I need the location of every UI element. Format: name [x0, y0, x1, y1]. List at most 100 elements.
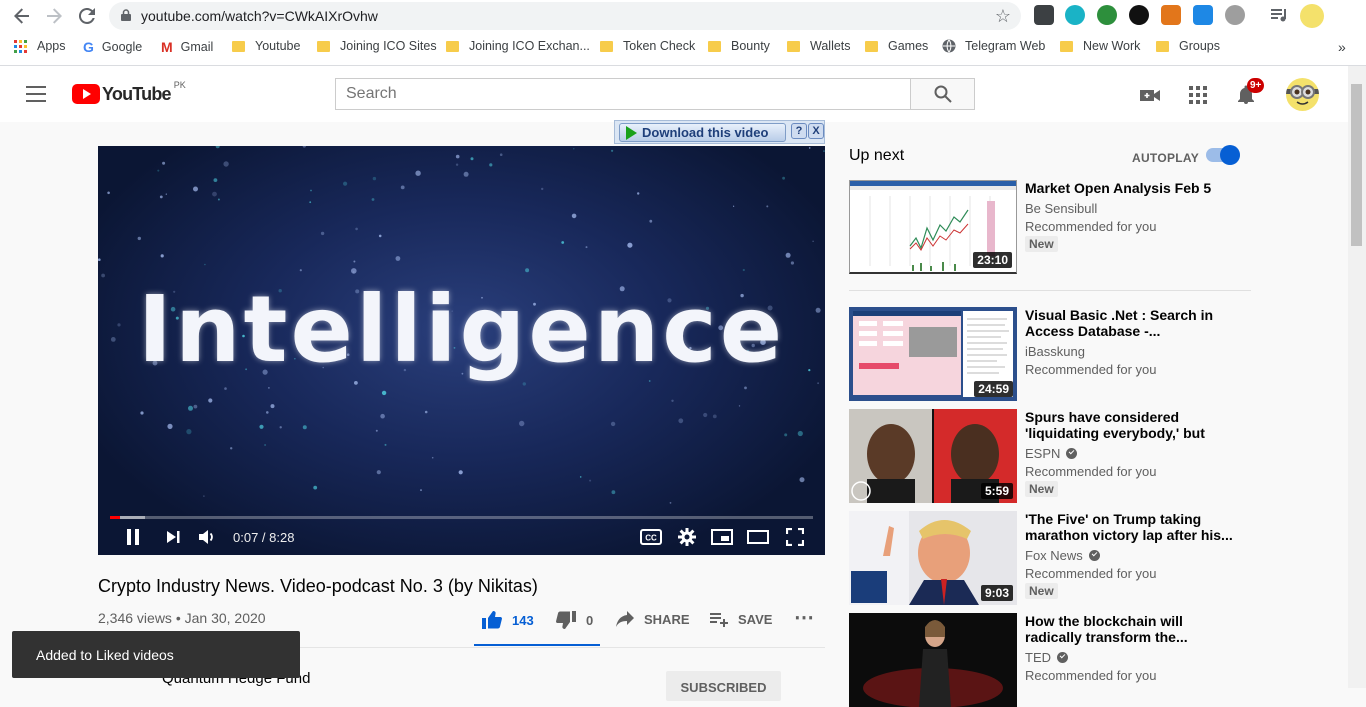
recommended-title[interactable]: 'The Five' on Trump taking marathon vict… — [1025, 511, 1240, 543]
recommended-video[interactable]: 23:10 Market Open Analysis Feb 5 Be Sens… — [849, 180, 1249, 274]
bookmark-label: Google — [101, 40, 143, 54]
bookmark-telegram-web[interactable]: Telegram Web — [942, 39, 1045, 53]
particle-dot — [351, 268, 357, 274]
video-thumbnail[interactable]: 24:59 — [849, 307, 1017, 401]
bookmarks-overflow-button[interactable]: » — [1338, 39, 1346, 55]
more-actions-icon[interactable]: ⋯ — [794, 605, 814, 630]
video-thumbnail[interactable] — [849, 613, 1017, 707]
download-help-button[interactable]: ? — [791, 123, 807, 139]
address-bar[interactable]: youtube.com/watch?v=CWkAIXrOvhw ☆ — [109, 2, 1021, 30]
video-player[interactable]: Intelligence 0:07 / 8:28 CC — [98, 146, 825, 555]
captions-icon[interactable]: CC — [638, 526, 664, 548]
recommended-title[interactable]: Spurs have considered 'liquidating every… — [1025, 409, 1240, 441]
bookmark-bounty[interactable]: Bounty — [708, 39, 770, 53]
autoplay-toggle[interactable] — [1206, 145, 1240, 165]
reload-icon[interactable] — [75, 4, 99, 28]
recommended-channel[interactable]: TED — [1025, 650, 1068, 665]
fullscreen-icon[interactable] — [784, 526, 806, 548]
youtube-logo[interactable]: YouTube PK — [72, 80, 186, 105]
miniplayer-icon[interactable] — [710, 526, 734, 548]
theater-mode-icon[interactable] — [746, 526, 770, 548]
particle-dot — [186, 429, 192, 435]
divider — [849, 290, 1251, 291]
globe-extension-icon[interactable] — [1097, 5, 1117, 25]
particle-dot — [165, 193, 167, 195]
video-progress-bar[interactable] — [110, 516, 813, 519]
bookmark-games[interactable]: Games — [865, 39, 928, 53]
subscribed-button[interactable]: SUBSCRIBED — [666, 671, 781, 701]
pause-icon[interactable] — [122, 526, 144, 548]
hamburger-menu-icon[interactable] — [26, 86, 46, 102]
gray-extension-icon[interactable] — [1225, 5, 1245, 25]
bookmark-joining-ico-sites[interactable]: Joining ICO Sites — [317, 39, 437, 53]
video-thumbnail[interactable]: 23:10 — [849, 180, 1017, 274]
like-button[interactable]: 143 — [482, 611, 534, 629]
bookmark-gmail[interactable]: M Gmail — [161, 39, 213, 55]
search-button[interactable] — [910, 78, 975, 110]
volume-icon[interactable] — [196, 526, 218, 548]
media-queue-icon[interactable] — [1269, 5, 1289, 25]
liked-toast: Added to Liked videos — [12, 631, 300, 678]
recommended-channel[interactable]: Fox News — [1025, 548, 1100, 563]
recommended-channel[interactable]: ESPN — [1025, 446, 1078, 461]
bookmark-new-work[interactable]: New Work — [1060, 39, 1140, 53]
profile-avatar-icon[interactable] — [1300, 4, 1324, 28]
bookmark-youtube[interactable]: Youtube — [232, 39, 300, 53]
settings-gear-icon[interactable] — [676, 526, 698, 548]
recommended-video[interactable]: 5:59 Spurs have considered 'liquidating … — [849, 409, 1249, 503]
bookmark-groups[interactable]: Groups — [1156, 39, 1220, 53]
minion-avatar-icon — [1286, 85, 1319, 105]
qr-extension-icon[interactable] — [1034, 5, 1054, 25]
bookmark-token-check[interactable]: Token Check — [600, 39, 695, 53]
save-button[interactable]: SAVE — [710, 611, 772, 627]
recommended-video[interactable]: 24:59 Visual Basic .Net : Search in Acce… — [849, 307, 1249, 401]
scrollbar-thumb[interactable] — [1351, 84, 1362, 246]
apps-grid-icon[interactable] — [1187, 84, 1209, 106]
search-input[interactable] — [336, 79, 910, 109]
particle-dot — [268, 387, 270, 389]
particle-dot — [107, 191, 110, 195]
particle-dot — [309, 201, 312, 204]
forward-arrow-icon[interactable] — [42, 4, 66, 28]
bookmark-apps[interactable]: Apps — [14, 39, 66, 53]
like-ratio-bar — [474, 644, 600, 646]
particle-dot — [213, 178, 218, 182]
video-thumbnail[interactable]: 9:03 — [849, 511, 1017, 605]
dislike-button[interactable]: 0 — [556, 611, 593, 629]
search-box — [335, 78, 911, 110]
download-video-button[interactable]: Download this video — [619, 123, 786, 142]
bookmark-wallets[interactable]: Wallets — [787, 39, 851, 53]
page-scrollbar[interactable] — [1348, 66, 1366, 688]
bookmark-star-icon[interactable]: ☆ — [995, 6, 1011, 27]
recommended-video[interactable]: 9:03 'The Five' on Trump taking marathon… — [849, 511, 1249, 605]
particle-dot — [470, 157, 474, 161]
particle-dot — [712, 414, 717, 419]
share-button[interactable]: SHARE — [616, 611, 690, 627]
particle-dot — [224, 387, 227, 390]
next-video-icon[interactable] — [162, 526, 184, 548]
sync-extension-icon[interactable] — [1065, 5, 1085, 25]
bookmark-label: Telegram Web — [965, 39, 1046, 53]
verified-check-icon — [1088, 550, 1100, 561]
recommended-video[interactable]: How the blockchain will radically transf… — [849, 613, 1249, 707]
avatar[interactable] — [1286, 78, 1319, 111]
metamask-fox-icon[interactable] — [1161, 5, 1181, 25]
recommended-title[interactable]: How the blockchain will radically transf… — [1025, 613, 1240, 645]
checkmark-extension-icon[interactable] — [1193, 5, 1213, 25]
recommended-title[interactable]: Visual Basic .Net : Search in Access Dat… — [1025, 307, 1240, 339]
w-extension-icon[interactable] — [1129, 5, 1149, 25]
particle-dot — [266, 411, 269, 414]
particle-dot — [212, 191, 217, 197]
video-thumbnail[interactable]: 5:59 — [849, 409, 1017, 503]
back-arrow-icon[interactable] — [10, 4, 34, 28]
bookmark-joining-ico-exchanges[interactable]: Joining ICO Exchan... — [446, 39, 590, 53]
download-close-button[interactable]: X — [808, 123, 824, 139]
create-video-icon[interactable] — [1139, 84, 1161, 106]
particle-dot — [799, 477, 805, 483]
folder-icon — [865, 40, 878, 52]
recommended-title[interactable]: Market Open Analysis Feb 5 — [1025, 180, 1240, 196]
bookmark-google[interactable]: G Google — [83, 39, 142, 55]
recommended-channel[interactable]: Be Sensibull — [1025, 201, 1097, 216]
download-label: Download this video — [642, 125, 769, 140]
recommended-channel[interactable]: iBasskung — [1025, 344, 1085, 359]
